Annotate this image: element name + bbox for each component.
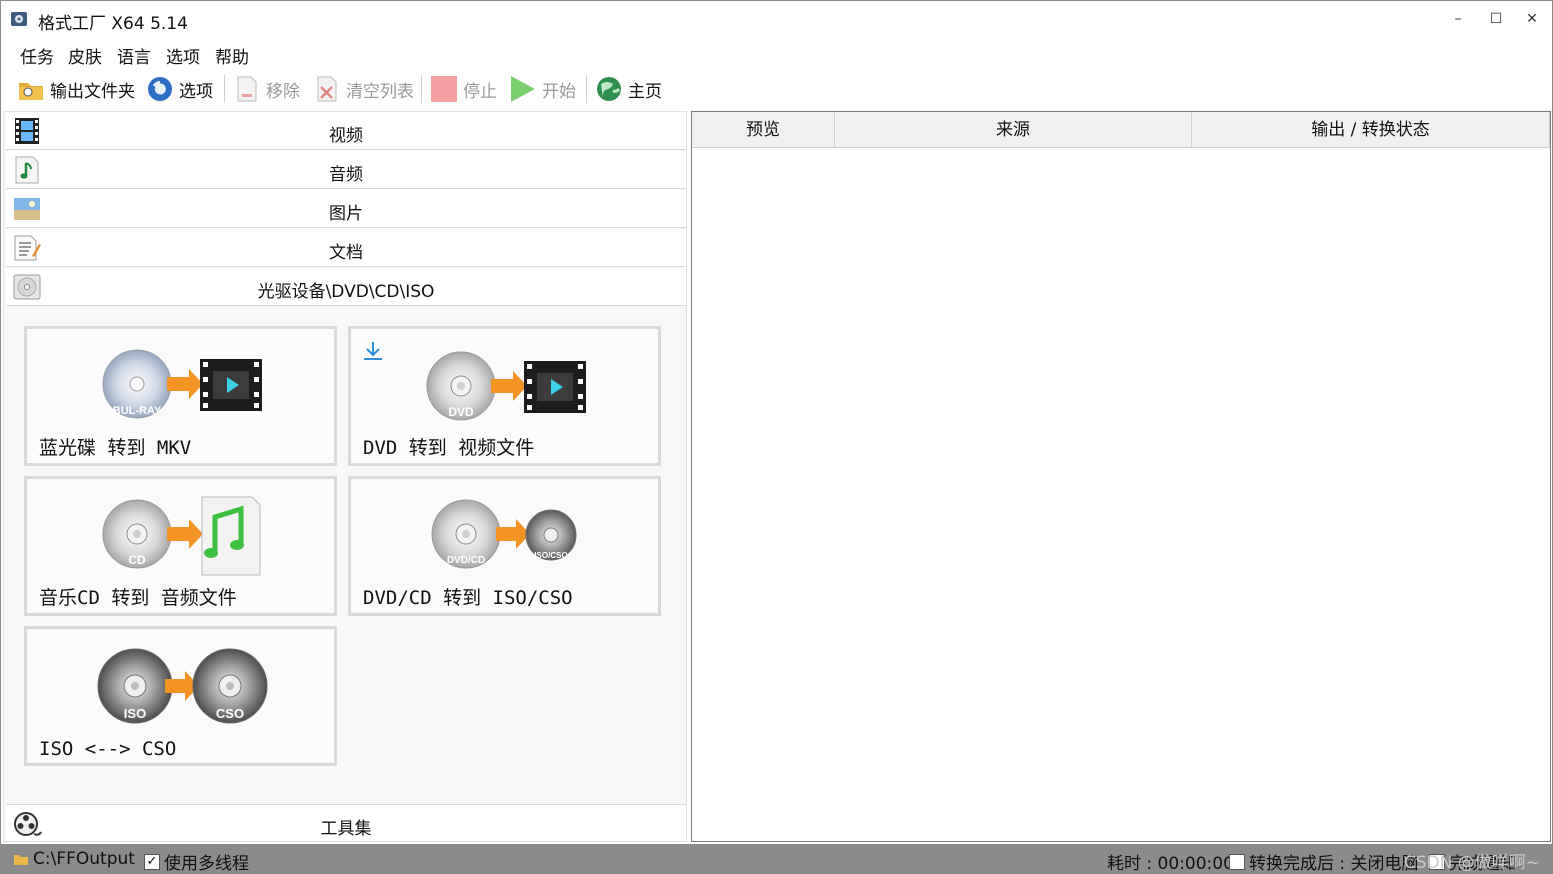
menu-help[interactable]: 帮助 bbox=[215, 43, 249, 68]
tile-iso-cso[interactable]: ISO CSO ISO <--> CSO bbox=[24, 626, 337, 766]
start-label: 开始 bbox=[542, 81, 576, 102]
tile-disc-text: BUL-RAY bbox=[113, 405, 162, 417]
output-path-label: C:\FFOutput bbox=[33, 849, 135, 869]
tile-dvd-cd-to-iso-cso[interactable]: DVD/CD ISO/CSO DVD/CD 转到 ISO/CSO bbox=[348, 476, 661, 616]
tile-bluray-to-mkv-label: 蓝光碟 转到 MKV bbox=[39, 437, 192, 459]
toolbar-separator bbox=[586, 75, 587, 103]
after-done-checkbox[interactable] bbox=[1229, 853, 1245, 870]
menu-skin[interactable]: 皮肤 bbox=[68, 43, 102, 68]
toolbar: 输出文件夹 选项 移除 清空列表 停止 开始 主页 bbox=[1, 71, 1552, 107]
options-button[interactable]: 选项 bbox=[146, 73, 213, 105]
stop-button[interactable]: 停止 bbox=[430, 73, 497, 105]
category-video[interactable]: 视频 bbox=[6, 112, 686, 150]
home-label: 主页 bbox=[628, 81, 662, 102]
minimize-button[interactable]: – bbox=[1443, 7, 1473, 31]
multithread-label: 使用多线程 bbox=[164, 854, 249, 874]
tile-audio-cd-to-audio-label: 音乐CD 转到 音频文件 bbox=[39, 587, 237, 609]
toolset-label: 工具集 bbox=[320, 819, 372, 839]
menu-bar: 任务 皮肤 语言 选项 帮助 bbox=[1, 39, 1552, 68]
tile-disc-text: ISO bbox=[124, 706, 146, 721]
home-button[interactable]: 主页 bbox=[595, 73, 662, 105]
clear-list-button[interactable]: 清空列表 bbox=[313, 73, 414, 105]
tile-dvd-to-video-label: DVD 转到 视频文件 bbox=[363, 437, 535, 459]
format-factory-logo-icon bbox=[11, 12, 27, 26]
remove-button[interactable]: 移除 bbox=[233, 73, 300, 105]
category-disc-drive-label: 光驱设备\DVD\CD\ISO bbox=[257, 282, 435, 302]
tile-dvd-to-video[interactable]: DVD DVD 转到 视频文件 bbox=[348, 326, 661, 466]
bluray-to-video-icon: BUL-RAY bbox=[102, 349, 262, 419]
disc-to-image-icon: DVD/CD ISO/CSO bbox=[431, 499, 577, 569]
category-picture[interactable]: 图片 bbox=[6, 190, 686, 228]
globe-home-icon bbox=[597, 77, 621, 101]
menu-task[interactable]: 任务 bbox=[20, 43, 54, 68]
category-audio[interactable]: 音频 bbox=[6, 151, 686, 189]
multithread-checkbox[interactable]: ✓ bbox=[144, 853, 160, 870]
toolbar-separator bbox=[224, 75, 225, 103]
tile-dvd-cd-to-iso-cso-label: DVD/CD 转到 ISO/CSO bbox=[363, 587, 573, 609]
category-video-label: 视频 bbox=[329, 126, 363, 146]
tile-disc-text: CSO bbox=[216, 706, 244, 721]
stop-label: 停止 bbox=[463, 81, 497, 102]
after-done-label: 转换完成后 : 关闭电脑 bbox=[1249, 854, 1419, 874]
tile-disc-text: DVD/CD bbox=[447, 555, 485, 566]
cd-to-music-icon: CD bbox=[102, 496, 261, 576]
column-source[interactable]: 来源 bbox=[835, 112, 1192, 148]
maximize-button[interactable]: ☐ bbox=[1481, 7, 1511, 31]
category-audio-label: 音频 bbox=[329, 165, 363, 185]
remove-label: 移除 bbox=[266, 81, 300, 102]
iso-cso-convert-icon: ISO CSO bbox=[97, 648, 268, 724]
menu-language[interactable]: 语言 bbox=[117, 43, 151, 68]
close-button[interactable]: ✕ bbox=[1517, 7, 1547, 31]
elapsed-time: 耗时 : 00:00:00 bbox=[1107, 849, 1234, 874]
folder-icon bbox=[19, 83, 43, 100]
menu-options[interactable]: 选项 bbox=[166, 43, 200, 68]
output-folder-label: 输出文件夹 bbox=[50, 81, 135, 102]
category-document-label: 文档 bbox=[329, 243, 363, 263]
dvd-to-video-icon: DVD bbox=[364, 342, 586, 421]
clear-list-icon bbox=[317, 76, 337, 102]
title-bar: 格式工厂 X64 5.14 – ☐ ✕ bbox=[1, 1, 1552, 37]
category-picture-label: 图片 bbox=[329, 204, 363, 224]
window-title: 格式工厂 X64 5.14 bbox=[38, 14, 188, 34]
output-folder-button[interactable]: 输出文件夹 bbox=[17, 73, 135, 105]
category-document[interactable]: 文档 bbox=[6, 229, 686, 267]
start-play-icon bbox=[511, 76, 535, 102]
tile-disc-text: DVD bbox=[448, 405, 474, 419]
column-output-status[interactable]: 输出 / 转换状态 bbox=[1192, 112, 1550, 148]
watermark: CSDN @做咩啊~ bbox=[1403, 853, 1540, 873]
folder-icon bbox=[14, 855, 28, 865]
tile-disc-text: ISO/CSO bbox=[534, 551, 567, 560]
download-icon bbox=[364, 342, 382, 360]
toolbar-separator bbox=[421, 75, 422, 103]
tile-iso-cso-label: ISO <--> CSO bbox=[39, 738, 177, 760]
multithread-option[interactable]: ✓ 使用多线程 bbox=[144, 849, 249, 874]
elapsed-time-label: 耗时 : 00:00:00 bbox=[1107, 854, 1234, 874]
category-panel: 视频 音频 图片 文档 光驱设备\DVD\CD\ISO BUL-RAY 蓝光碟 … bbox=[3, 111, 687, 842]
output-path[interactable]: C:\FFOutput bbox=[13, 849, 135, 869]
task-list-panel[interactable]: 预览 来源 输出 / 转换状态 bbox=[691, 111, 1551, 842]
tile-bluray-to-mkv[interactable]: BUL-RAY 蓝光碟 转到 MKV bbox=[24, 326, 337, 466]
category-disc-drive[interactable]: 光驱设备\DVD\CD\ISO bbox=[6, 268, 686, 306]
stop-icon bbox=[431, 76, 457, 102]
start-button[interactable]: 开始 bbox=[509, 73, 576, 105]
tile-disc-text: CD bbox=[128, 553, 146, 567]
options-label: 选项 bbox=[179, 81, 213, 102]
app-window: 格式工厂 X64 5.14 – ☐ ✕ 任务 皮肤 语言 选项 帮助 输出文件夹 bbox=[0, 0, 1553, 874]
column-preview[interactable]: 预览 bbox=[692, 112, 835, 148]
status-bar: C:\FFOutput ✓ 使用多线程 耗时 : 00:00:00 转换完成后 … bbox=[1, 844, 1553, 874]
tile-audio-cd-to-audio[interactable]: CD 音乐CD 转到 音频文件 bbox=[24, 476, 337, 616]
clear-list-label: 清空列表 bbox=[346, 81, 414, 102]
remove-document-icon bbox=[237, 76, 257, 102]
category-toolset[interactable]: 工具集 bbox=[6, 804, 686, 842]
options-gear-icon bbox=[148, 77, 172, 101]
after-done-option[interactable]: 转换完成后 : 关闭电脑 bbox=[1229, 849, 1419, 874]
